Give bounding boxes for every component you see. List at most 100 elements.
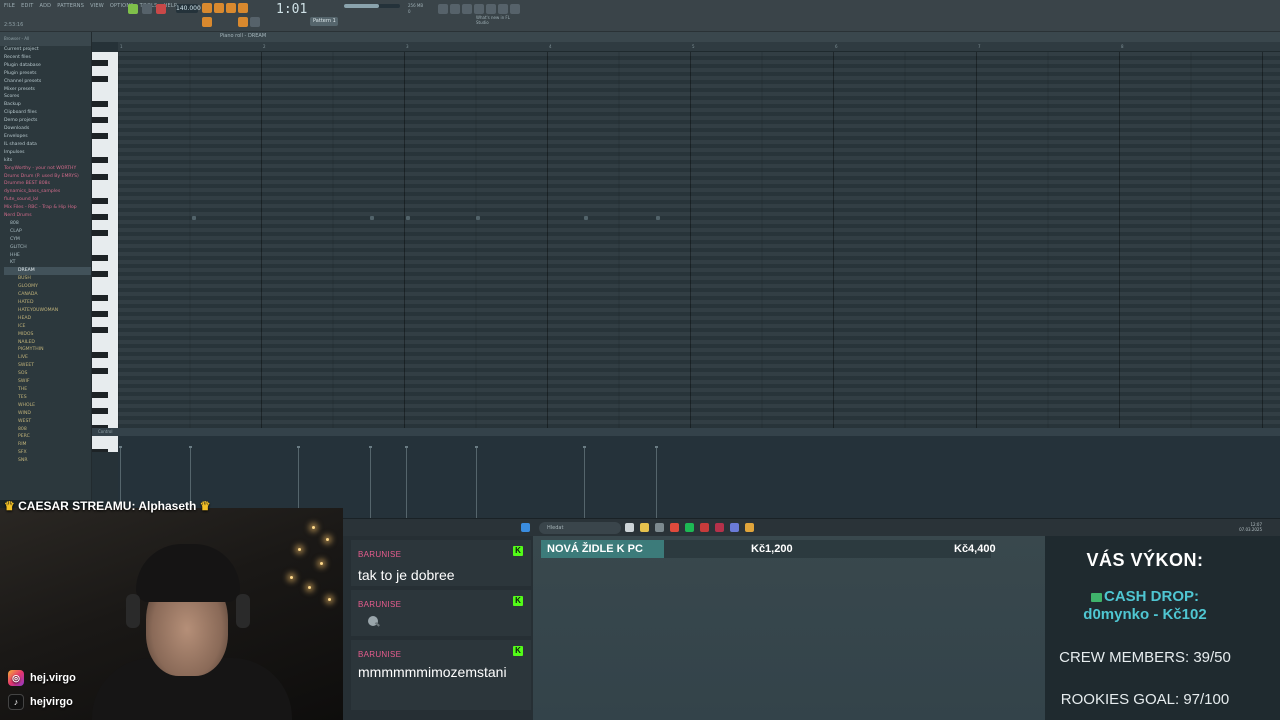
black-key[interactable] <box>92 270 108 277</box>
blend-notes-button[interactable] <box>250 17 260 27</box>
note-grid[interactable] <box>118 52 1280 452</box>
black-key[interactable] <box>92 254 108 261</box>
app-icon[interactable] <box>700 523 709 532</box>
mixer-icon[interactable] <box>438 4 448 14</box>
countdown-button[interactable] <box>226 3 236 13</box>
browser-folder[interactable]: Demo projects <box>4 117 91 125</box>
velocity-handle[interactable] <box>189 446 192 448</box>
black-key[interactable] <box>92 351 108 358</box>
browser-header[interactable]: Browser - All <box>0 32 91 46</box>
browser-folder[interactable]: Impulses <box>4 149 91 157</box>
help-icon[interactable] <box>510 4 520 14</box>
velocity-handle[interactable] <box>405 446 408 448</box>
explorer-icon[interactable] <box>640 523 649 532</box>
browser-sample[interactable]: HATED <box>4 299 91 307</box>
browser-sample[interactable]: WIND <box>4 410 91 418</box>
browser-pack[interactable]: TonyWorthy - your not WORTHY <box>4 165 91 173</box>
black-key[interactable] <box>92 230 108 237</box>
menu-patterns[interactable]: PATTERNS <box>57 3 84 9</box>
menu-file[interactable]: FILE <box>4 3 15 9</box>
metronome-button[interactable] <box>202 3 212 13</box>
browser-folder[interactable]: Backup <box>4 101 91 109</box>
browser-folder[interactable]: Mixer presets <box>4 86 91 94</box>
step-edit-button[interactable] <box>238 17 248 27</box>
browser-folder[interactable]: Current project <box>4 46 91 54</box>
browser-icon[interactable] <box>486 4 496 14</box>
browser-sample[interactable]: HATEYOUWOMAN <box>4 307 91 315</box>
browser-sample[interactable]: PERC <box>4 433 91 441</box>
event-control-header[interactable]: Control <box>92 428 1280 436</box>
browser-folder[interactable]: Clipboard files <box>4 109 91 117</box>
browser-sample[interactable]: RIM <box>4 441 91 449</box>
browser-folder[interactable]: Recent files <box>4 54 91 62</box>
stop-button[interactable] <box>142 4 152 14</box>
velocity-handle[interactable] <box>119 446 122 448</box>
black-key[interactable] <box>92 116 108 123</box>
ghost-note[interactable] <box>192 216 196 220</box>
play-button[interactable] <box>128 4 138 14</box>
ghost-note[interactable] <box>370 216 374 220</box>
store-icon[interactable] <box>655 523 664 532</box>
plugin-picker-icon[interactable] <box>498 4 508 14</box>
black-key[interactable] <box>92 214 108 220</box>
browser-sample[interactable]: WHOLE <box>4 402 91 410</box>
browser-folder[interactable]: Envelopes <box>4 133 91 141</box>
spotify-icon[interactable] <box>685 523 694 532</box>
browser-sample[interactable]: CANADA <box>4 291 91 299</box>
browser-sample[interactable]: BUSH <box>4 275 91 283</box>
browser-pack[interactable]: dynamics_bass_samples <box>4 188 91 196</box>
browser-pack[interactable]: Nerd Drums <box>4 212 91 220</box>
ghost-note[interactable] <box>584 216 588 220</box>
chrome-icon[interactable] <box>670 523 679 532</box>
master-volume-slider[interactable] <box>344 4 400 8</box>
start-icon[interactable] <box>521 523 530 532</box>
ghost-note[interactable] <box>406 216 410 220</box>
black-key[interactable] <box>92 448 108 452</box>
velocity-stem[interactable] <box>584 448 585 520</box>
black-key[interactable] <box>92 173 108 180</box>
browser-sample[interactable]: 808 <box>4 426 91 434</box>
black-key[interactable] <box>92 197 108 204</box>
menu-add[interactable]: ADD <box>39 3 51 9</box>
browser-sample[interactable]: SNR <box>4 457 91 465</box>
black-key[interactable] <box>92 392 108 399</box>
tempo-display[interactable]: 140.000 <box>176 4 201 13</box>
discord-icon[interactable] <box>730 523 739 532</box>
browser-sample[interactable]: ICE <box>4 323 91 331</box>
browser-folder[interactable]: kits <box>4 157 91 165</box>
snap-button[interactable] <box>202 17 212 27</box>
browser-sample[interactable]: SWEET <box>4 362 91 370</box>
browser-folder[interactable]: Scores <box>4 93 91 101</box>
ghost-note[interactable] <box>476 216 480 220</box>
black-key[interactable] <box>92 100 108 107</box>
black-key[interactable] <box>92 311 108 318</box>
browser-folder[interactable]: Plugin database <box>4 62 91 70</box>
browser-sample[interactable]: GLOOMY <box>4 283 91 291</box>
browser-kit-folder[interactable]: CLAP <box>4 228 91 236</box>
velocity-handle[interactable] <box>583 446 586 448</box>
wait-input-button[interactable] <box>214 3 224 13</box>
black-key[interactable] <box>92 327 108 334</box>
velocity-stem[interactable] <box>370 448 371 520</box>
browser-folder[interactable]: Channel presets <box>4 78 91 86</box>
piano-roll-icon[interactable] <box>462 4 472 14</box>
browser-sample[interactable]: DREAM <box>4 267 91 276</box>
black-key[interactable] <box>92 367 108 374</box>
fl-studio-icon[interactable] <box>745 523 754 532</box>
velocity-handle[interactable] <box>655 446 658 448</box>
browser-pack[interactable]: flute_sound_lol <box>4 196 91 204</box>
browser-sample[interactable]: TES <box>4 394 91 402</box>
menu-edit[interactable]: EDIT <box>21 3 33 9</box>
task-view-icon[interactable] <box>625 523 634 532</box>
velocity-handle[interactable] <box>369 446 372 448</box>
black-key[interactable] <box>92 157 108 164</box>
news-hint[interactable]: What's new in FL Studio <box>476 15 510 25</box>
black-key[interactable] <box>92 408 108 415</box>
browser-sample[interactable]: SFX <box>4 449 91 457</box>
ghost-note[interactable] <box>656 216 660 220</box>
browser-kit-folder[interactable]: 808 <box>4 220 91 228</box>
browser-sample[interactable]: THE <box>4 386 91 394</box>
system-tray-clock[interactable]: 12:07 07.03.2025 <box>1239 522 1262 532</box>
browser-kit-folder[interactable]: KT <box>4 259 91 267</box>
browser-sample[interactable]: LIVE <box>4 354 91 362</box>
